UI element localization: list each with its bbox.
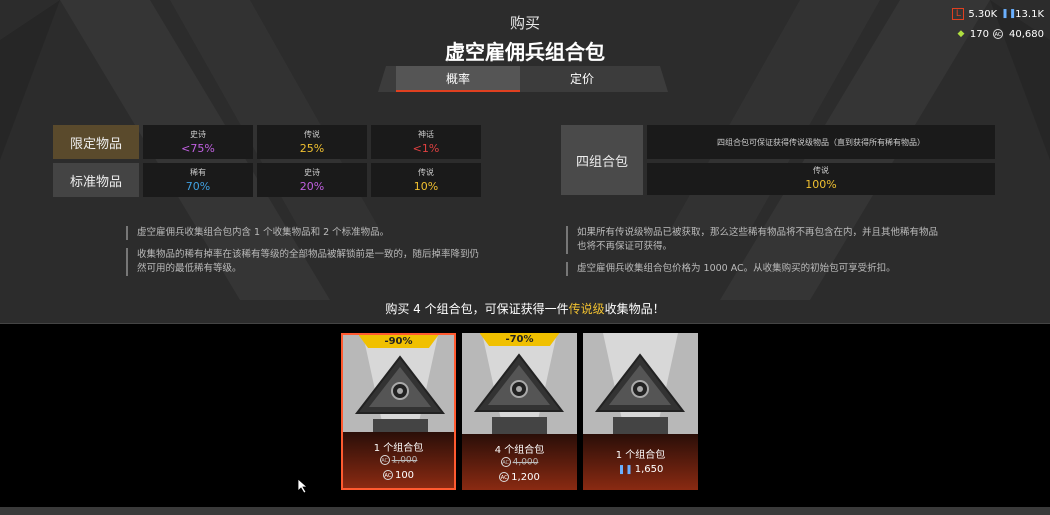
banner-suffix: 收集物品！ — [604, 302, 665, 316]
pack-emblem-icon — [462, 333, 577, 438]
apex-coin-icon: AC — [379, 455, 390, 465]
pack-emblem-icon — [583, 333, 698, 438]
bundle-guarantee: 四组合包可保证获得传说级物品（直到获得所有稀有物品） — [647, 125, 995, 159]
guarantee-banner: 购买 4 个组合包，可保证获得一件传说级收集物品！ — [0, 300, 1050, 317]
bundle-odds-table: 四组合包 四组合包可保证获得传说级物品（直到获得所有稀有物品） 传说 100% — [557, 121, 999, 199]
odds-table: 限定物品 史诗 <75% 传说 25% 神话 <1% 标准物品 稀有 70% 史诗 20%… — [49, 121, 485, 201]
pack-card-single-discount[interactable]: -90% 1 个组合包 AC 1,000 AC 100 — [341, 333, 456, 490]
bottom-bar — [0, 507, 1050, 515]
note-text: 收集物品的稀有掉率在该稀有等级的全部物品被解锁前是一致的，随后掉率降到仍然可用的… — [126, 248, 482, 276]
legend-token-icon: L — [952, 8, 965, 20]
old-price: AC 1,000 — [343, 455, 454, 466]
page-subtitle: 购买 — [509, 14, 540, 32]
crafting-metals-icon: ❚❚ — [617, 465, 633, 475]
apex-coin-icon: AC — [993, 29, 1003, 39]
old-price-value: 1,000 — [391, 455, 418, 466]
note-text: 虚空雇佣兵收集组合包内含 1 个收集物品和 2 个标准物品。 — [126, 226, 482, 240]
legend-shard-icon: ◆ — [957, 29, 965, 39]
discount-badge: -70% — [479, 333, 560, 346]
pack-card-four-discount[interactable]: -70% 4 个组合包 AC 4,000 AC 1,200 — [462, 333, 577, 490]
apex-coin-icon: AC — [499, 472, 510, 482]
note-text: 如果所有传说级物品已被获取，那么这些稀有物品将不再包含在内，并且其他稀有物品也将… — [566, 226, 946, 254]
note-text: 虚空雇佣兵收集组合包价格为 1000 AC。从收集购买的初始包可享受折扣。 — [566, 262, 946, 276]
apex-coin-icon: AC — [500, 457, 511, 467]
old-price: AC 4,000 — [462, 457, 577, 468]
legend-tokens-count: 5.30K — [968, 8, 998, 20]
crafting-metals-count: 13.1K — [1015, 8, 1044, 20]
discount-badge: -90% — [358, 335, 439, 348]
new-price-value: 100 — [394, 470, 415, 481]
card-name: 1 个组合包 — [615, 450, 666, 461]
odds-cell: 神话 <1% — [371, 125, 481, 159]
tab-pricing[interactable]: 定价 — [520, 66, 644, 92]
bundle-odds-cell: 传说 100% — [647, 163, 995, 195]
pack-card-single-metals[interactable]: 1 个组合包 ❚❚ 1,650 — [583, 333, 698, 490]
rarity-label: 史诗 — [304, 168, 320, 177]
tab-odds[interactable]: 概率 — [396, 66, 520, 92]
bundle-label: 四组合包 — [561, 125, 643, 195]
odds-cell: 传说 25% — [257, 125, 367, 159]
odds-row-standard: 标准物品 稀有 70% 史诗 20% 传说 10% — [53, 163, 481, 197]
notes-left: 虚空雇佣兵收集组合包内含 1 个收集物品和 2 个标准物品。 收集物品的稀有掉率… — [126, 226, 482, 284]
apex-coin-icon: AC — [382, 470, 393, 480]
new-price: AC 1,200 — [462, 472, 577, 483]
rarity-label: 史诗 — [190, 130, 206, 139]
odds-value: 10% — [413, 180, 439, 193]
odds-value: 25% — [299, 142, 325, 155]
banner-highlight: 传说级 — [568, 302, 605, 316]
odds-value: 100% — [805, 178, 837, 191]
page-title: 虚空雇佣兵组合包 — [445, 40, 605, 64]
odds-row-limited: 限定物品 史诗 <75% 传说 25% 神话 <1% — [53, 125, 481, 159]
card-footer: 1 个组合包 ❚❚ 1,650 — [583, 434, 698, 490]
rarity-label: 稀有 — [190, 168, 206, 177]
rarity-label: 神话 — [418, 130, 434, 139]
odds-value: <75% — [181, 142, 215, 155]
pack-emblem-icon — [343, 335, 454, 440]
odds-row-label: 限定物品 — [53, 125, 139, 159]
rarity-label: 传说 — [418, 168, 434, 177]
odds-cell: 传说 10% — [371, 163, 481, 197]
odds-value: <1% — [412, 142, 440, 155]
card-name: 1 个组合包 — [373, 443, 424, 454]
odds-value: 70% — [185, 180, 211, 193]
odds-row-label: 标准物品 — [53, 163, 139, 197]
rarity-label: 传说 — [304, 130, 320, 139]
odds-cell: 稀有 70% — [143, 163, 253, 197]
old-price-value: 4,000 — [512, 457, 539, 468]
card-name: 4 个组合包 — [494, 445, 545, 456]
new-price-value: 1,650 — [634, 464, 664, 475]
mouse-cursor-icon — [298, 479, 308, 493]
tab-bar: 概率 定价 — [378, 66, 668, 92]
card-footer: 1 个组合包 AC 1,000 AC 100 — [343, 432, 454, 488]
new-price: ❚❚ 1,650 — [583, 464, 698, 475]
legend-shards-count: 170 — [969, 28, 989, 40]
crafting-metals-icon: ❚❚ — [1001, 9, 1017, 19]
banner-prefix: 购买 4 个组合包，可保证获得一件 — [385, 302, 569, 316]
rarity-label: 传说 — [813, 166, 829, 175]
currency-panel: L 5.30K ❚❚ 13.1K ◆ 170 AC 40,680 — [952, 4, 1044, 44]
odds-cell: 史诗 <75% — [143, 125, 253, 159]
odds-cell: 史诗 20% — [257, 163, 367, 197]
notes-right: 如果所有传说级物品已被获取，那么这些稀有物品将不再包含在内，并且其他稀有物品也将… — [566, 226, 946, 284]
new-price: AC 100 — [343, 470, 454, 481]
odds-value: 20% — [299, 180, 325, 193]
card-footer: 4 个组合包 AC 4,000 AC 1,200 — [462, 434, 577, 490]
new-price-value: 1,200 — [511, 472, 540, 483]
apex-coins-count: 40,680 — [1009, 28, 1044, 40]
